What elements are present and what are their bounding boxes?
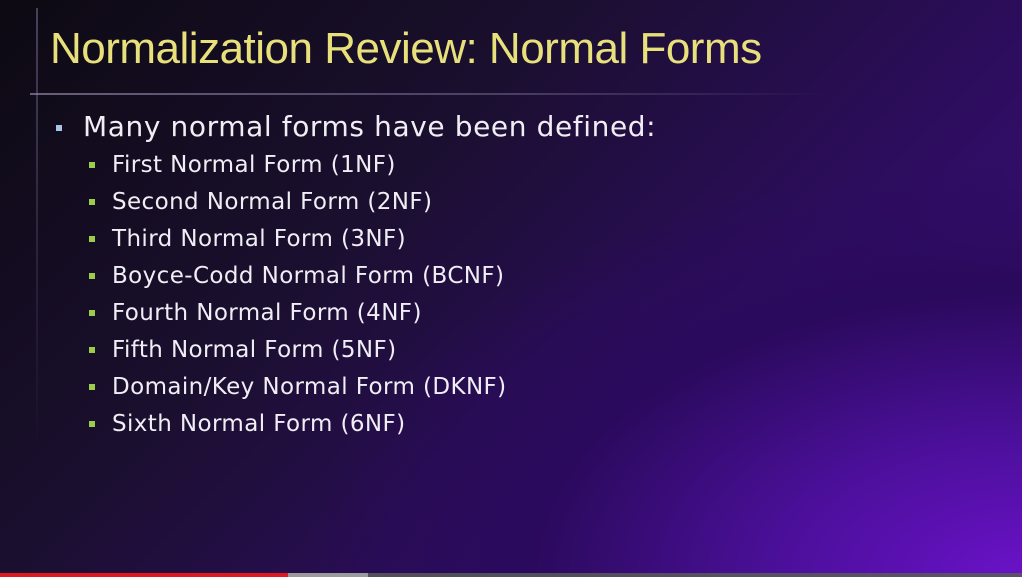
video-progress-bar[interactable] <box>0 573 1022 577</box>
green-square-bullet-icon <box>89 346 95 353</box>
slide-title: Normalization Review: Normal Forms <box>50 24 762 73</box>
list-item-label: Second Normal Form (2NF) <box>112 188 433 215</box>
decorative-vertical-rule <box>36 8 38 448</box>
list-item-label: Third Normal Form (3NF) <box>112 225 406 252</box>
green-square-bullet-icon <box>89 420 95 427</box>
progress-played[interactable] <box>0 573 289 577</box>
green-square-bullet-icon <box>89 383 95 390</box>
green-square-bullet-icon <box>89 198 95 205</box>
list-item: First Normal Form (1NF) <box>89 146 1002 183</box>
list-item: Sixth Normal Form (6NF) <box>89 405 1002 442</box>
list-item-label: Sixth Normal Form (6NF) <box>112 410 406 437</box>
list-item-label: First Normal Form (1NF) <box>112 151 396 178</box>
list-item: Domain/Key Normal Form (DKNF) <box>89 368 1002 405</box>
list-item: Boyce-Codd Normal Form (BCNF) <box>89 257 1002 294</box>
list-item-label: Fifth Normal Form (5NF) <box>112 336 397 363</box>
green-square-bullet-icon <box>89 309 95 316</box>
list-item: Fifth Normal Form (5NF) <box>89 331 1002 368</box>
list-item: Third Normal Form (3NF) <box>89 220 1002 257</box>
list-item-label: Fourth Normal Form (4NF) <box>112 299 422 326</box>
intro-bullet-item: Many normal forms have been defined: <box>56 108 1002 146</box>
square-bullet-icon <box>56 125 62 131</box>
decorative-horizontal-rule <box>30 93 830 95</box>
list-item-label: Domain/Key Normal Form (DKNF) <box>112 373 507 400</box>
green-square-bullet-icon <box>89 235 95 242</box>
list-item: Fourth Normal Form (4NF) <box>89 294 1002 331</box>
video-frame[interactable]: Normalization Review: Normal Forms Many … <box>0 0 1022 577</box>
normal-forms-list: First Normal Form (1NF) Second Normal Fo… <box>56 146 1002 442</box>
intro-text: Many normal forms have been defined: <box>83 110 657 143</box>
slide-content: Many normal forms have been defined: Fir… <box>56 108 1002 442</box>
list-item: Second Normal Form (2NF) <box>89 183 1002 220</box>
list-item-label: Boyce-Codd Normal Form (BCNF) <box>112 262 505 289</box>
green-square-bullet-icon <box>89 161 95 168</box>
green-square-bullet-icon <box>89 272 95 279</box>
